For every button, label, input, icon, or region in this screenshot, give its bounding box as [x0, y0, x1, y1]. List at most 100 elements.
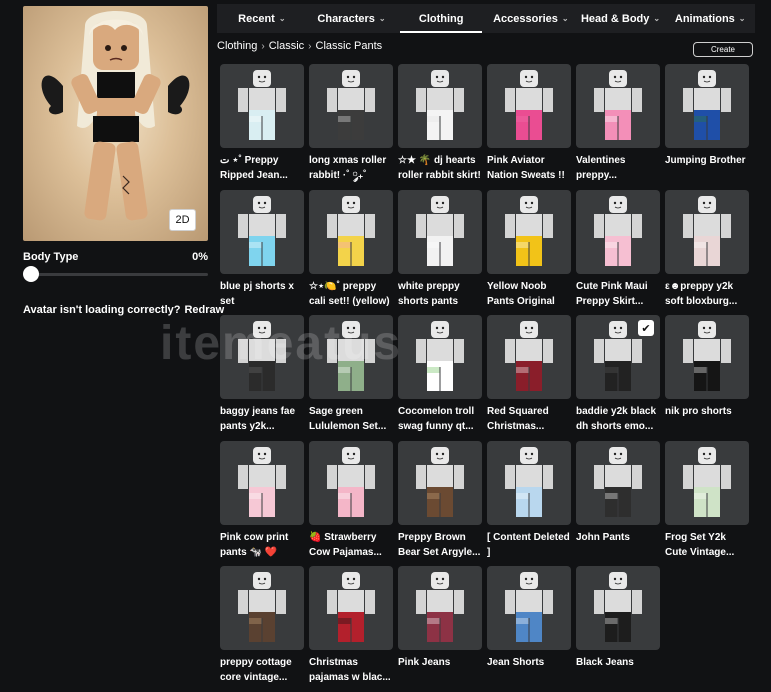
item-thumbnail[interactable] — [487, 566, 571, 650]
catalog-item[interactable]: ت ⋆˚ Preppy Ripped Jean... — [220, 64, 304, 190]
catalog-item[interactable]: Preppy Brown Bear Set Argyle... — [398, 440, 482, 567]
item-thumbnail-figure — [594, 446, 642, 517]
redraw-button[interactable]: Redraw — [184, 304, 224, 316]
tab-recent[interactable]: Recent ⌄ — [217, 4, 307, 33]
item-thumbnail[interactable] — [576, 440, 660, 525]
item-thumbnail[interactable]: ✔ — [576, 315, 660, 399]
item-thumbnail[interactable] — [576, 64, 660, 148]
item-thumbnail[interactable] — [665, 64, 749, 148]
catalog-item[interactable]: Sage green Lululemon Set... — [309, 315, 393, 441]
tab-accessories[interactable]: Accessories ⌄ — [486, 4, 576, 33]
item-thumbnail-figure — [327, 321, 375, 391]
catalog-item[interactable]: Cute Pink Maui Preppy Skirt... — [576, 189, 660, 316]
item-thumbnail-figure — [505, 321, 553, 391]
catalog-item[interactable]: Frog Set Y2k Cute Vintage... — [665, 440, 749, 567]
create-button[interactable]: Create — [693, 42, 753, 57]
catalog-item[interactable]: Christmas pajamas w blac... — [309, 566, 393, 692]
catalog-item[interactable]: John Pants — [576, 440, 660, 567]
breadcrumb-classic[interactable]: Classic — [269, 40, 304, 52]
tab-label: Accessories — [493, 12, 558, 25]
item-thumbnail[interactable] — [309, 440, 393, 525]
item-thumbnail-figure — [683, 195, 731, 266]
catalog-item[interactable]: baggy jeans fae pants y2k... — [220, 315, 304, 441]
item-name: John Pants — [576, 531, 630, 543]
item-thumbnail[interactable] — [220, 315, 304, 399]
tab-characters[interactable]: Characters ⌄ — [307, 4, 397, 33]
item-thumbnail[interactable] — [665, 440, 749, 525]
item-thumbnail[interactable] — [309, 189, 393, 274]
catalog-item[interactable]: Jean Shorts — [487, 566, 571, 692]
item-thumbnail[interactable] — [220, 440, 304, 525]
item-thumbnail[interactable] — [309, 64, 393, 148]
avatar-preview[interactable]: 2D — [23, 6, 208, 241]
catalog-item[interactable]: 🍓 Strawberry Cow Pajamas... — [309, 440, 393, 567]
item-thumbnail[interactable] — [665, 189, 749, 274]
item-thumbnail[interactable] — [576, 189, 660, 274]
item-thumbnail-figure — [683, 446, 731, 517]
tab-label: Characters — [317, 12, 375, 25]
item-thumbnail[interactable] — [220, 64, 304, 148]
body-type-slider-thumb[interactable] — [23, 266, 39, 282]
item-name: Frog Set Y2k Cute Vintage... — [665, 531, 735, 558]
item-thumbnail-figure — [594, 195, 642, 266]
catalog-item[interactable]: [ Content Deleted ] — [487, 440, 571, 567]
catalog-item[interactable]: blue pj shorts x set — [220, 189, 304, 316]
item-name: Jean Shorts — [487, 657, 545, 668]
catalog-item[interactable]: white preppy shorts pants — [398, 189, 482, 316]
item-thumbnail[interactable] — [487, 189, 571, 274]
body-type-slider-track[interactable] — [30, 273, 208, 276]
chevron-down-icon: ⌄ — [278, 14, 286, 23]
item-thumbnail[interactable] — [665, 315, 749, 399]
item-thumbnail[interactable] — [309, 315, 393, 399]
body-type-value: 0% — [192, 251, 208, 263]
item-name: ☆★ 🌴 dj hearts roller rabbit skirt! — [398, 155, 481, 181]
tab-label: Animations — [674, 12, 735, 25]
item-name: Christmas pajamas w blac... — [309, 657, 391, 683]
view-2d-button[interactable]: 2D — [169, 209, 196, 231]
item-thumbnail[interactable] — [487, 315, 571, 399]
tab-clothing[interactable]: Clothing — [396, 4, 486, 33]
catalog-item[interactable]: long xmas roller rabbit! ·˚ ༘₊˚ — [309, 64, 393, 190]
catalog-item[interactable]: Jumping Brother — [665, 64, 749, 190]
tab-animations[interactable]: Animations ⌄ — [665, 4, 755, 33]
item-name: Yellow Noob Pants Original — [487, 280, 555, 307]
catalog-item[interactable]: ✔ baddie y2k black dh shorts emo... — [576, 315, 660, 441]
item-thumbnail[interactable] — [220, 566, 304, 650]
catalog-item[interactable]: Pink Aviator Nation Sweats !! — [487, 64, 571, 190]
body-type-row: Body Type 0% — [23, 251, 208, 263]
catalog-item[interactable]: Pink Jeans — [398, 566, 482, 692]
item-thumbnail[interactable] — [220, 189, 304, 274]
item-name: Sage green Lululemon Set... — [309, 406, 387, 432]
item-thumbnail[interactable] — [398, 566, 482, 650]
item-thumbnail-figure — [238, 70, 286, 140]
catalog-item[interactable]: Valentines preppy... — [576, 64, 660, 190]
catalog-item[interactable]: ☆★ 🌴 dj hearts roller rabbit skirt! — [398, 64, 482, 190]
item-thumbnail[interactable] — [309, 566, 393, 650]
item-thumbnail-figure — [505, 572, 553, 642]
item-thumbnail-figure — [238, 572, 286, 642]
catalog-item[interactable]: Yellow Noob Pants Original — [487, 189, 571, 316]
item-thumbnail-figure — [238, 446, 286, 517]
item-thumbnail[interactable] — [398, 189, 482, 274]
catalog-item[interactable]: ☆⋆🍋˚ preppy cali set!! (yellow) — [309, 189, 393, 316]
item-thumbnail-figure — [594, 70, 642, 140]
item-thumbnail[interactable] — [487, 440, 571, 525]
item-thumbnail-figure — [505, 70, 553, 140]
catalog-item[interactable]: Red Squared Christmas... — [487, 315, 571, 441]
catalog-item[interactable]: Cocomelon troll swag funny qt... — [398, 315, 482, 441]
item-thumbnail[interactable] — [576, 566, 660, 650]
catalog-item[interactable]: preppy cottage core vintage... — [220, 566, 304, 692]
breadcrumb-clothing[interactable]: Clothing — [217, 40, 257, 52]
catalog-item[interactable]: nik pro shorts — [665, 315, 749, 441]
catalog-item[interactable]: ε☻preppy y2k soft bloxburg... — [665, 189, 749, 316]
chevron-down-icon: ⌄ — [738, 14, 746, 23]
item-thumbnail[interactable] — [398, 440, 482, 525]
catalog-item[interactable]: Pink cow print pants 🐄 ❤️ — [220, 440, 304, 567]
item-name: 🍓 Strawberry Cow Pajamas... — [309, 531, 382, 558]
catalog-item[interactable]: Black Jeans — [576, 566, 660, 692]
tab-head-body[interactable]: Head & Body ⌄ — [576, 4, 666, 33]
item-thumbnail[interactable] — [398, 315, 482, 399]
item-name: baggy jeans fae pants y2k... — [220, 406, 296, 432]
item-thumbnail[interactable] — [487, 64, 571, 148]
item-thumbnail[interactable] — [398, 64, 482, 148]
